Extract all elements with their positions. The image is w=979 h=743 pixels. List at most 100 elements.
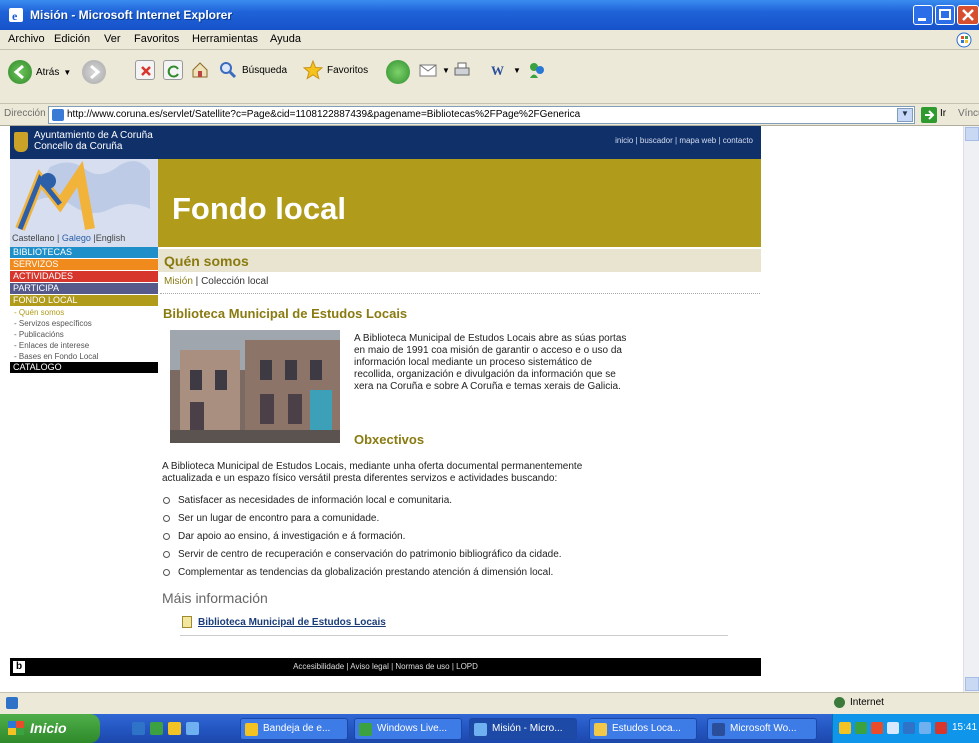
messenger-icon	[527, 60, 547, 80]
scroll-up-icon[interactable]	[965, 127, 979, 141]
subnav-coleccion-local[interactable]: Colección local	[201, 276, 268, 287]
quicklaunch-messenger-icon[interactable]	[150, 722, 163, 735]
vertical-scrollbar[interactable]	[963, 126, 979, 692]
menu-actividades[interactable]: ACTIVIDADES	[10, 271, 158, 282]
go-arrow-icon[interactable]	[921, 107, 937, 123]
menu-bibliotecas[interactable]: BIBLIOTECAS	[10, 247, 158, 258]
windows-flag-icon	[8, 721, 24, 735]
close-button[interactable]	[957, 5, 979, 25]
menu-fondo-local[interactable]: FONDO LOCAL	[10, 295, 158, 306]
site-header: Ayuntamiento de A Coruña Concello da Cor…	[10, 126, 761, 159]
window-titlebar: e Misión - Microsoft Internet Explorer	[0, 0, 979, 30]
task-label: Microsoft Wo...	[730, 723, 797, 734]
page-status-icon	[6, 697, 18, 709]
maximize-button[interactable]	[935, 5, 955, 25]
task-estudos-locais[interactable]: Estudos Loca...	[589, 718, 697, 740]
links-button[interactable]: Vínculos	[958, 108, 979, 119]
task-microsoft-word[interactable]: Microsoft Wo...	[707, 718, 817, 740]
submenu-servizos-especificos[interactable]: - Servizos específicos	[10, 318, 158, 329]
task-ie-mision[interactable]: Misión - Micro...	[469, 718, 577, 740]
ie-task-icon	[474, 723, 487, 736]
lang-galego[interactable]: Galego	[62, 233, 91, 243]
refresh-button[interactable]	[163, 60, 183, 80]
objectives-list: Satisfacer as necesidades de información…	[163, 491, 723, 581]
task-windows-live[interactable]: Windows Live...	[354, 718, 462, 740]
menu-participa[interactable]: PARTICIPA	[10, 283, 158, 294]
scroll-down-icon[interactable]	[965, 677, 979, 691]
security-zone: Internet	[834, 697, 884, 708]
menu-catalogo[interactable]: CATALOGO	[10, 362, 158, 373]
address-label: Dirección	[4, 108, 46, 119]
windows-logo-icon	[955, 31, 973, 49]
clock: 15:41	[952, 722, 978, 733]
subnav-mision[interactable]: Misión	[164, 276, 193, 287]
top-links[interactable]: inicio | buscador | mapa web | contacto	[615, 136, 753, 145]
print-button[interactable]	[452, 60, 472, 80]
word-task-icon	[712, 723, 725, 736]
quicklaunch-ie-icon[interactable]	[186, 722, 199, 735]
svg-text:W: W	[491, 63, 504, 78]
home-button[interactable]	[190, 60, 210, 80]
go-button[interactable]: Ir	[940, 108, 946, 119]
browser-viewport: Ayuntamiento de A Coruña Concello da Cor…	[0, 126, 979, 692]
show-desktop-icon[interactable]	[132, 722, 145, 735]
search-button[interactable]: Búsqueda	[218, 60, 287, 80]
side-menu: BIBLIOTECAS SERVIZOS ACTIVIDADES PARTICI…	[10, 247, 158, 374]
tray-icon[interactable]	[887, 722, 899, 734]
history-button[interactable]	[386, 60, 410, 84]
standard-toolbar: Atrás ▼ Búsqueda Favoritos ▼ W ▼	[0, 50, 979, 104]
submenu-enlaces[interactable]: - Enlaces de interese	[10, 340, 158, 351]
objective-text: Complementar as tendencias da globalizac…	[178, 566, 554, 578]
tray-icon[interactable]	[839, 722, 851, 734]
home-icon	[190, 60, 210, 80]
tray-icon[interactable]	[935, 722, 947, 734]
menu-herramientas[interactable]: Herramientas	[192, 33, 258, 45]
outlook-icon	[245, 723, 258, 736]
address-field[interactable]: http://www.coruna.es/servlet/Satellite?c…	[48, 106, 915, 124]
section-title: Quén somos	[164, 253, 249, 269]
lang-castellano[interactable]: Castellano	[12, 233, 55, 243]
more-info-link[interactable]: Biblioteca Municipal de Estudos Locais	[182, 616, 386, 628]
menu-edicion[interactable]: Edición	[54, 33, 90, 45]
menu-favoritos[interactable]: Favoritos	[134, 33, 179, 45]
favorites-label: Favoritos	[327, 64, 369, 76]
objective-text: Satisfacer as necesidades de información…	[178, 494, 453, 506]
favorites-button[interactable]: Favoritos	[302, 59, 369, 80]
library-building-photo	[170, 330, 340, 443]
submenu-publicacions[interactable]: - Publicacións	[10, 329, 158, 340]
intro-line: información local mediante un proceso si…	[354, 357, 592, 368]
menu-bar: Archivo Edición Ver Favoritos Herramient…	[0, 30, 979, 50]
menu-archivo[interactable]: Archivo	[8, 33, 45, 45]
bullet-icon	[163, 550, 170, 558]
tray-icon[interactable]	[871, 722, 883, 734]
word-dropdown-arrow-icon: ▼	[513, 65, 521, 75]
back-button[interactable]: Atrás ▼	[8, 60, 71, 84]
minimize-button[interactable]	[913, 5, 933, 25]
messenger-button[interactable]	[527, 60, 547, 80]
mail-button[interactable]: ▼	[418, 60, 450, 80]
submenu-bases[interactable]: - Bases en Fondo Local	[10, 351, 158, 362]
tray-icon[interactable]	[855, 722, 867, 734]
document-icon	[182, 616, 192, 628]
stop-button[interactable]	[135, 60, 155, 80]
word-button[interactable]: W ▼	[489, 60, 521, 80]
menu-ayuda[interactable]: Ayuda	[270, 33, 301, 45]
more-info-link-text[interactable]: Biblioteca Municipal de Estudos Locais	[198, 617, 386, 628]
submenu-quen-somos[interactable]: - Quén somos	[10, 307, 158, 318]
start-button[interactable]: Inicio	[0, 714, 100, 743]
web-page: Ayuntamiento de A Coruña Concello da Cor…	[10, 126, 761, 692]
task-outlook[interactable]: Bandeja de e...	[240, 718, 348, 740]
forward-button[interactable]	[82, 60, 106, 84]
menu-servizos[interactable]: SERVIZOS	[10, 259, 158, 270]
quicklaunch-media-icon[interactable]	[168, 722, 181, 735]
lang-english[interactable]: English	[96, 233, 126, 243]
tray-icon[interactable]	[919, 722, 931, 734]
refresh-icon	[163, 60, 183, 80]
system-tray: 15:41	[832, 714, 979, 743]
menu-ver[interactable]: Ver	[104, 33, 121, 45]
address-dropdown-icon[interactable]: ▼	[897, 108, 913, 122]
list-item: Dar apoio ao ensino, á investigación e á…	[163, 527, 723, 545]
footer-links[interactable]: Accesibilidade | Aviso legal | Normas de…	[10, 662, 761, 671]
list-item: Complementar as tendencias da globalizac…	[163, 563, 723, 581]
tray-icon[interactable]	[903, 722, 915, 734]
